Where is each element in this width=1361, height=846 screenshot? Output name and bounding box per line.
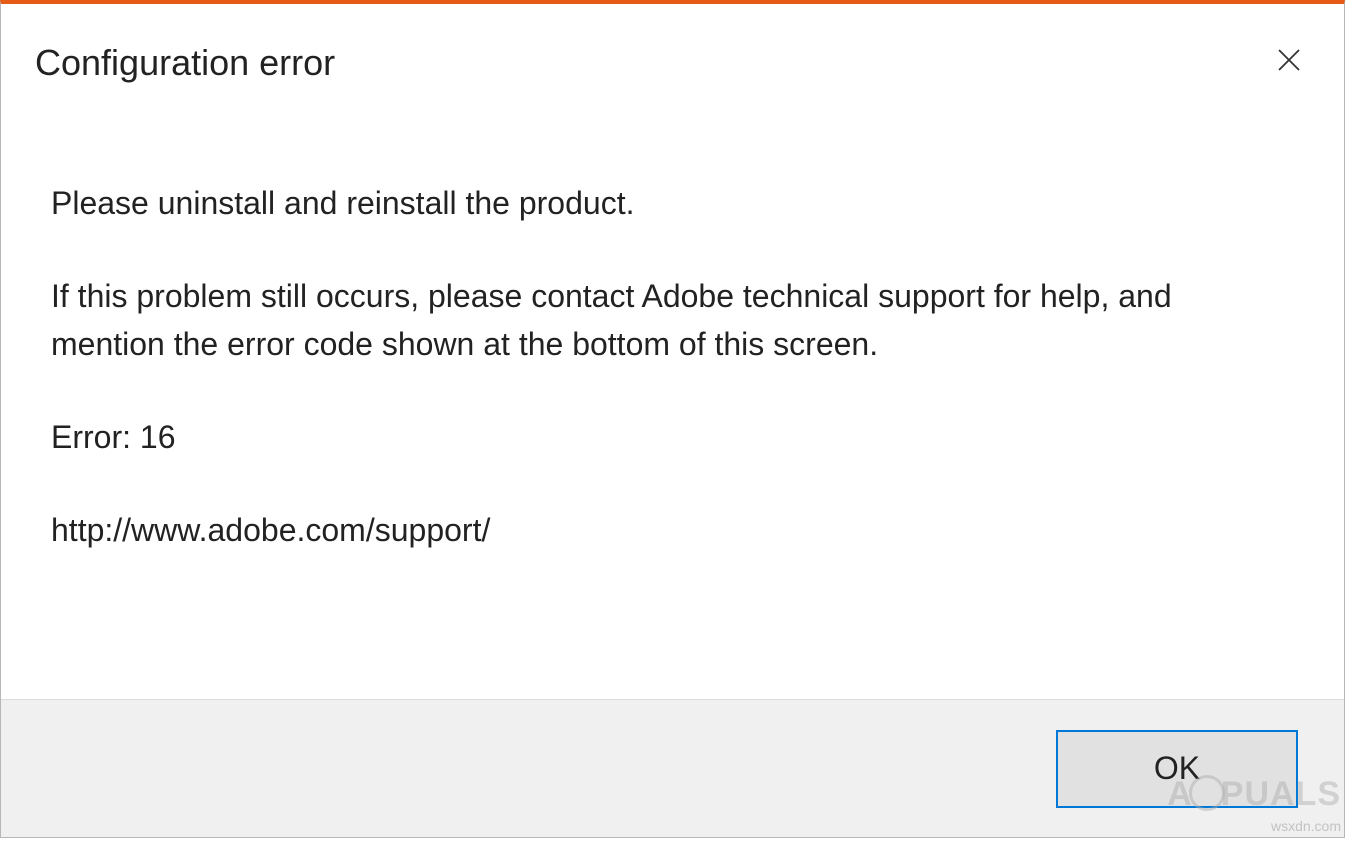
close-button[interactable] — [1266, 37, 1312, 83]
titlebar: Configuration error — [1, 4, 1344, 100]
dialog-footer: OK — [1, 699, 1344, 837]
dialog-title: Configuration error — [35, 42, 335, 84]
message-line-2: If this problem still occurs, please con… — [51, 273, 1294, 368]
close-icon — [1274, 45, 1304, 75]
ok-button[interactable]: OK — [1056, 730, 1298, 808]
error-code: Error: 16 — [51, 414, 1294, 461]
dialog-content: Please uninstall and reinstall the produ… — [1, 100, 1344, 699]
error-dialog: Configuration error Please uninstall and… — [0, 0, 1345, 838]
message-line-1: Please uninstall and reinstall the produ… — [51, 180, 1294, 227]
support-url: http://www.adobe.com/support/ — [51, 507, 1294, 554]
